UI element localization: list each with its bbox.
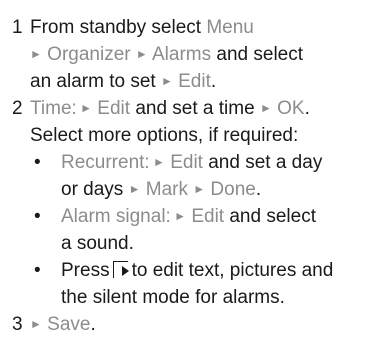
step-1-line-2: ► Organizer ► Alarms and select: [0, 41, 389, 68]
step-number: 1: [12, 17, 23, 38]
bullet-icon: •: [34, 206, 41, 227]
arrow-icon: ►: [128, 182, 141, 196]
arrow-icon: ►: [30, 317, 42, 331]
text: Select more options, if required:: [30, 125, 299, 146]
step-number: 3: [12, 314, 23, 335]
edit-label: Edit: [172, 71, 211, 92]
arrow-icon: ►: [76, 101, 93, 115]
text: From standby select: [30, 17, 207, 38]
text: the silent mode for alarms.: [61, 287, 285, 308]
text: and select: [224, 206, 316, 227]
edit-label: Edit: [164, 152, 203, 173]
bullet-press-line-2: the silent mode for alarms.: [0, 284, 389, 311]
text: Press: [61, 260, 110, 281]
text: and set a time: [130, 98, 260, 119]
step-1-line-1: 1 From standby select Menu: [0, 14, 389, 41]
arrow-icon: ►: [160, 74, 173, 88]
arrow-icon: ►: [30, 47, 42, 61]
ok-label: OK: [271, 98, 305, 119]
text: .: [255, 179, 262, 200]
done-label: Done: [205, 179, 256, 200]
text: .: [304, 98, 310, 119]
bullet-alarm-signal-line-1: • Alarm signal: ► Edit and select: [0, 203, 389, 230]
alarms-label: Alarms: [147, 44, 212, 65]
bullet-icon: •: [34, 260, 41, 281]
text: and set a day: [202, 152, 323, 173]
options-key-icon: [112, 261, 129, 278]
text: and select: [211, 44, 304, 65]
step-2-line-1: 2 Time: ► Edit and set a time ► OK.: [0, 95, 389, 122]
text: a sound.: [61, 233, 134, 254]
instruction-list: 1 From standby select Menu ► Organizer ►…: [0, 14, 389, 338]
bullet-recurrent-line-1: • Recurrent: ► Edit and set a day: [0, 149, 389, 176]
step-3-line-1: 3 ► Save.: [0, 311, 389, 338]
step-2-line-2: Select more options, if required:: [0, 122, 389, 149]
text: or days: [61, 179, 129, 200]
bullet-recurrent-line-2: or days ► Mark ► Done.: [0, 176, 389, 203]
text: .: [90, 314, 96, 335]
arrow-icon: ►: [135, 47, 148, 61]
save-label: Save: [41, 314, 91, 335]
time-label: Time:: [30, 98, 77, 119]
step-1-line-3: an alarm to set ► Edit.: [0, 68, 389, 95]
edit-label: Edit: [92, 98, 131, 119]
alarm-signal-label: Alarm signal:: [61, 206, 171, 227]
edit-label: Edit: [186, 206, 225, 227]
arrow-icon: ►: [193, 182, 206, 196]
bullet-alarm-signal-line-2: a sound.: [0, 230, 389, 257]
text: .: [210, 71, 217, 92]
bullet-press-line-1: • Press to edit text, pictures and: [0, 257, 389, 284]
recurrent-label: Recurrent:: [61, 152, 150, 173]
arrow-icon: ►: [259, 101, 272, 115]
arrow-icon: ►: [149, 155, 165, 169]
text: an alarm to set: [30, 71, 161, 92]
menu-label: Menu: [206, 17, 254, 38]
mark-label: Mark: [140, 179, 194, 200]
organizer-label: Organizer: [41, 44, 136, 65]
text: to edit text, pictures and: [131, 260, 334, 281]
step-number: 2: [12, 98, 23, 119]
bullet-icon: •: [34, 152, 41, 173]
arrow-icon: ►: [170, 209, 187, 223]
